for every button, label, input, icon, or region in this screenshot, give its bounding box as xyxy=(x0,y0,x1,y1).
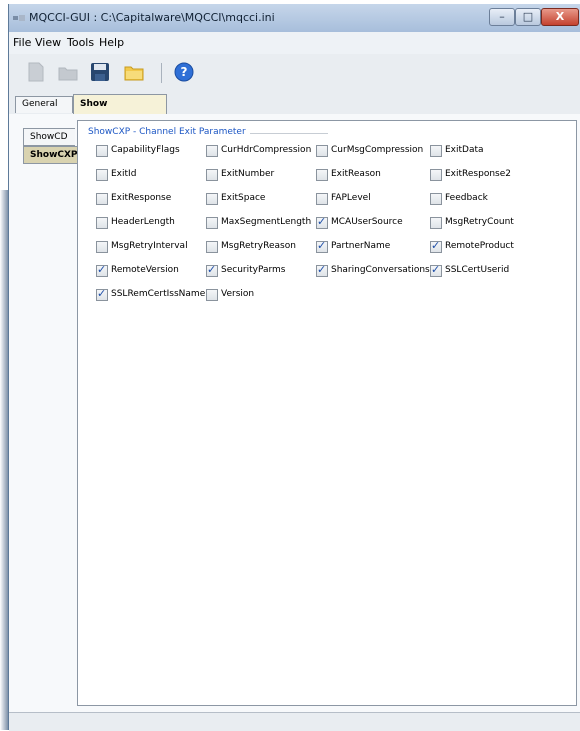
main-tabs: General Show Structures xyxy=(9,94,580,127)
checkbox-label: ExitSpace xyxy=(221,193,266,203)
checkbox-label: ExitReason xyxy=(331,169,381,179)
checkbox-box[interactable] xyxy=(206,193,218,205)
checkbox-label: ExitId xyxy=(111,169,137,179)
checkbox-label: RemoteVersion xyxy=(111,265,179,275)
checkbox-label: SharingConversations xyxy=(331,265,430,275)
checkbox-label: PartnerName xyxy=(331,241,391,251)
checkbox-box[interactable] xyxy=(316,239,328,253)
app-icon xyxy=(13,15,25,21)
checkbox-box[interactable] xyxy=(316,193,328,205)
checkbox-box[interactable] xyxy=(430,145,442,157)
checkbox-label: ExitData xyxy=(445,145,484,155)
checkbox-label: CurMsgCompression xyxy=(331,145,424,155)
checkbox-label: RemoteProduct xyxy=(445,241,514,251)
help-icon[interactable]: ? xyxy=(173,61,195,83)
checkbox-label: SecurityParms xyxy=(221,265,286,275)
side-tab-showcxp[interactable]: ShowCXP xyxy=(23,146,81,164)
tab-panel: ShowCD ShowCXP ShowCXP - Channel Exit Pa… xyxy=(9,114,580,712)
checkbox-box[interactable] xyxy=(316,215,328,229)
checkbox-box[interactable] xyxy=(96,193,108,205)
menu-help[interactable]: Help xyxy=(99,36,124,49)
checkbox-box[interactable] xyxy=(430,217,442,229)
checkbox-label: MsgRetryReason xyxy=(221,241,296,251)
checkbox-label: CurHdrCompression xyxy=(221,145,312,155)
status-bar xyxy=(9,712,580,731)
checkbox-label: Version xyxy=(221,289,255,299)
checkbox-label: ExitResponse xyxy=(111,193,172,203)
desktop-edge xyxy=(0,190,8,730)
toolbar-separator xyxy=(161,63,162,83)
showcxp-panel: ShowCXP - Channel Exit Parameter Capabil… xyxy=(77,120,577,706)
checkbox-box[interactable] xyxy=(96,287,108,301)
checkbox-box[interactable] xyxy=(96,145,108,157)
checkbox-label: MaxSegmentLength xyxy=(221,217,312,227)
checkbox-box[interactable] xyxy=(206,241,218,253)
checkbox-box[interactable] xyxy=(316,145,328,157)
checkbox-box[interactable] xyxy=(96,217,108,229)
group-title: ShowCXP - Channel Exit Parameter xyxy=(88,127,250,137)
checkbox-label: CapabilityFlags xyxy=(111,145,180,155)
checkbox-box[interactable] xyxy=(206,169,218,181)
tab-show-structures[interactable]: Show Structures xyxy=(73,94,167,127)
svg-text:?: ? xyxy=(181,65,188,79)
title-bar[interactable]: MQCCI-GUI : C:\Capitalware\MQCCI\mqcci.i… xyxy=(9,4,580,32)
checkbox-box[interactable] xyxy=(206,263,218,277)
menu-bar: File View Tools Help xyxy=(9,32,580,55)
checkbox-box[interactable] xyxy=(96,169,108,181)
menu-file[interactable]: File xyxy=(13,36,31,49)
checkbox-box[interactable] xyxy=(430,239,442,253)
checkbox-label: MCAUserSource xyxy=(331,217,403,227)
save-icon[interactable] xyxy=(89,61,111,83)
checkbox-box[interactable] xyxy=(96,263,108,277)
new-icon[interactable] xyxy=(25,61,47,83)
checkbox-label: SSLRemCertIssName xyxy=(111,289,206,299)
checkbox-box[interactable] xyxy=(206,145,218,157)
checkbox-label: SSLCertUserid xyxy=(445,265,510,275)
checkbox-label: Feedback xyxy=(445,193,488,203)
checkbox-label: MsgRetryInterval xyxy=(111,241,188,251)
maximize-button[interactable]: □ xyxy=(515,8,541,26)
checkbox-box[interactable] xyxy=(430,263,442,277)
checkbox-label: HeaderLength xyxy=(111,217,175,227)
checkbox-label: FAPLevel xyxy=(331,193,371,203)
checkbox-box[interactable] xyxy=(316,169,328,181)
checkbox-box[interactable] xyxy=(316,263,328,277)
menu-view[interactable]: View xyxy=(35,36,61,49)
window-title: MQCCI-GUI : C:\Capitalware\MQCCI\mqcci.i… xyxy=(29,11,275,24)
checkbox-box[interactable] xyxy=(430,169,442,181)
checkbox-label: ExitNumber xyxy=(221,169,275,179)
close-button[interactable]: X xyxy=(541,8,579,26)
minimize-button[interactable]: – xyxy=(489,8,515,26)
checkbox-box[interactable] xyxy=(96,241,108,253)
checkbox-label: MsgRetryCount xyxy=(445,217,514,227)
tab-general[interactable]: General xyxy=(15,96,73,113)
folder-icon[interactable] xyxy=(123,61,145,83)
side-tab-showcd[interactable]: ShowCD xyxy=(23,128,75,146)
toolbar: ? xyxy=(9,54,580,94)
menu-tools[interactable]: Tools xyxy=(67,36,94,49)
app-window: MQCCI-GUI : C:\Capitalware\MQCCI\mqcci.i… xyxy=(8,4,580,731)
open-disabled-icon[interactable] xyxy=(57,61,79,83)
checkbox-box[interactable] xyxy=(430,193,442,205)
checkbox-box[interactable] xyxy=(206,217,218,229)
checkbox-label: ExitResponse2 xyxy=(445,169,511,179)
checkbox-box[interactable] xyxy=(206,289,218,301)
